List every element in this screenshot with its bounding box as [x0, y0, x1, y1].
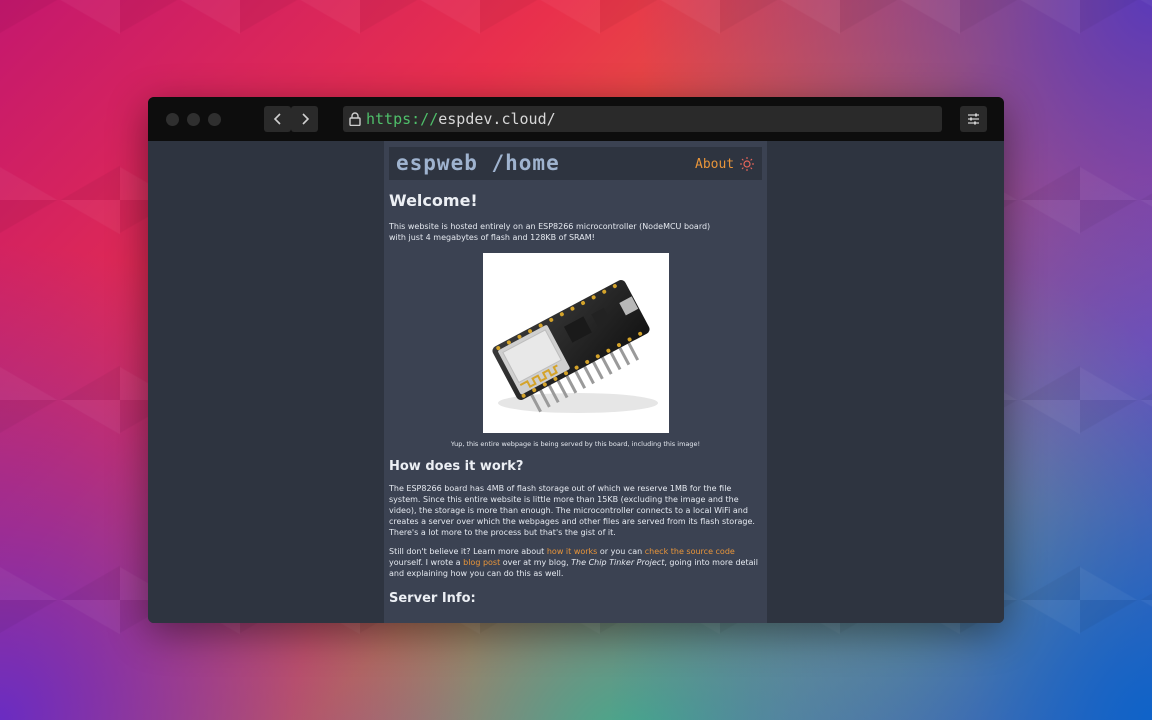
how-it-works-link[interactable]: how it works	[547, 547, 597, 556]
believe-text-3: yourself. I wrote a	[389, 558, 464, 567]
believe-text-1: Still don't believe it? Learn more about	[389, 547, 547, 556]
nav-about-link[interactable]: About	[695, 157, 734, 172]
forward-button[interactable]	[291, 106, 318, 132]
chevron-left-icon	[273, 113, 281, 125]
believe-text-2: or you can	[597, 547, 645, 556]
url-scheme: https://	[366, 110, 439, 128]
believe-text-4: over at my blog,	[500, 558, 572, 567]
sun-icon[interactable]	[739, 156, 755, 172]
blog-name: The Chip Tinker Project	[571, 558, 665, 567]
address-bar[interactable]: https://espdev.cloud/	[343, 106, 942, 132]
window-close-button[interactable]	[166, 113, 179, 126]
nodemcu-board-illustration	[492, 280, 658, 413]
server-info-heading: Server Info:	[389, 591, 476, 606]
browser-window: https://espdev.cloud/ espweb /home About	[148, 97, 1004, 623]
back-button[interactable]	[264, 106, 291, 132]
source-code-link[interactable]: check the source code	[645, 547, 735, 556]
web-viewport: espweb /home About Welcome! This website…	[148, 141, 1004, 623]
blog-post-link[interactable]: blog post	[463, 558, 500, 567]
window-maximize-button[interactable]	[208, 113, 221, 126]
page-content: espweb /home About Welcome! This website…	[384, 141, 767, 623]
url-text: https://espdev.cloud/	[366, 106, 556, 132]
site-logo[interactable]: espweb /home	[396, 151, 560, 175]
intro-paragraph: This website is hosted entirely on an ES…	[389, 222, 711, 242]
believe-paragraph: Still don't believe it? Learn more about…	[389, 546, 762, 579]
url-host: espdev.cloud/	[438, 110, 556, 128]
site-header: espweb /home About	[389, 147, 762, 180]
board-image	[483, 253, 669, 433]
image-caption: Yup, this entire webpage is being served…	[450, 440, 701, 448]
window-minimize-button[interactable]	[187, 113, 200, 126]
welcome-heading: Welcome!	[389, 191, 478, 210]
browser-toolbar: https://espdev.cloud/	[148, 97, 1004, 141]
sliders-icon	[968, 113, 979, 125]
how-paragraph: The ESP8266 board has 4MB of flash stora…	[389, 484, 755, 537]
chevron-right-icon	[301, 113, 309, 125]
lock-icon	[349, 112, 361, 126]
how-heading: How does it work?	[389, 459, 524, 474]
settings-button[interactable]	[960, 106, 987, 132]
